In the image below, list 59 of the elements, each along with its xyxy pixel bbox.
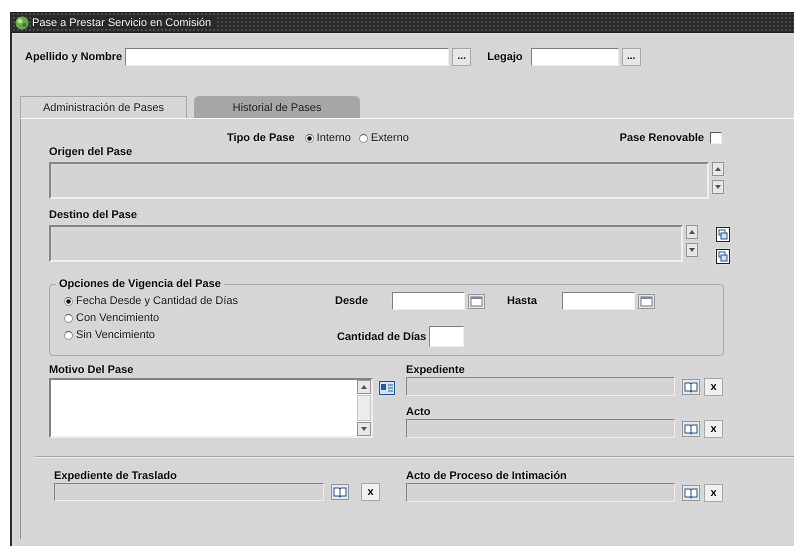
- windows-icon[interactable]: [716, 249, 730, 264]
- calendar-icon[interactable]: [638, 294, 655, 308]
- field-label: Expediente: [406, 364, 466, 376]
- field-label: Acto: [406, 406, 432, 418]
- book-icon[interactable]: [682, 378, 700, 394]
- field-label: Tipo de Pase: [227, 132, 295, 144]
- clear-button[interactable]: x: [704, 378, 723, 396]
- windows-icon[interactable]: [716, 227, 730, 242]
- text-area[interactable]: [49, 162, 709, 199]
- field-label: Cantidad de Días: [337, 330, 426, 342]
- field-label: Hasta: [507, 295, 538, 307]
- text-area[interactable]: [49, 225, 683, 262]
- input-field[interactable]: [406, 377, 675, 396]
- book-icon[interactable]: [682, 484, 700, 500]
- field-label: Pase Renovable: [620, 132, 704, 144]
- field-label: Destino del Pase: [49, 209, 138, 221]
- scroll-down-button[interactable]: [357, 422, 371, 436]
- field-label: Legajo: [487, 51, 523, 63]
- input-field[interactable]: [406, 419, 675, 438]
- field-label: Apellido y Nombre: [25, 51, 122, 63]
- date-field[interactable]: [562, 292, 635, 310]
- tab[interactable]: Historial de Pases: [194, 96, 360, 118]
- input-field[interactable]: [429, 326, 464, 347]
- input-field[interactable]: [530, 48, 619, 66]
- checkbox[interactable]: [710, 132, 722, 144]
- lookup-button[interactable]: ...: [622, 48, 641, 66]
- group-title: Opciones de Vigencia del Pase: [58, 278, 222, 290]
- text-area[interactable]: [49, 378, 373, 438]
- field-label: Motivo Del Pase: [49, 364, 134, 376]
- input-field[interactable]: [406, 483, 675, 502]
- input-field[interactable]: [54, 483, 324, 501]
- field-label: Origen del Pase: [49, 146, 134, 158]
- clear-button[interactable]: x: [704, 420, 723, 438]
- field-label: Desde: [335, 295, 370, 307]
- book-icon[interactable]: [682, 420, 700, 436]
- scroll-down-button[interactable]: [712, 180, 724, 194]
- clear-button[interactable]: x: [361, 483, 380, 501]
- scroll-up-button[interactable]: [357, 380, 371, 394]
- radio-button[interactable]: Con Vencimiento: [64, 312, 327, 324]
- field-label: Expediente de Traslado: [54, 470, 178, 482]
- book-icon[interactable]: [331, 484, 349, 500]
- card-icon[interactable]: [379, 381, 395, 395]
- calendar-icon[interactable]: [468, 294, 485, 308]
- field-label: Acto de Proceso de Intimación: [406, 470, 568, 482]
- date-field[interactable]: [392, 292, 465, 310]
- window-title: Pase a Prestar Servicio en Comisión: [32, 16, 218, 28]
- scroll-down-button[interactable]: [686, 243, 698, 257]
- radio-button[interactable]: Externo: [358, 132, 409, 144]
- scroll-up-button[interactable]: [686, 225, 698, 239]
- scroll-up-button[interactable]: [712, 162, 724, 176]
- radio-button[interactable]: Interno: [304, 132, 351, 144]
- lookup-button[interactable]: ...: [452, 48, 472, 66]
- scroll-thumb[interactable]: [357, 395, 371, 421]
- app-icon: [15, 16, 29, 30]
- clear-button[interactable]: x: [704, 484, 723, 502]
- radio-button[interactable]: Sin Vencimiento: [64, 329, 327, 341]
- tab[interactable]: Administración de Pases: [20, 96, 187, 118]
- radio-button[interactable]: Fecha Desde y Cantidad de Días: [64, 295, 327, 307]
- input-field[interactable]: [125, 48, 450, 66]
